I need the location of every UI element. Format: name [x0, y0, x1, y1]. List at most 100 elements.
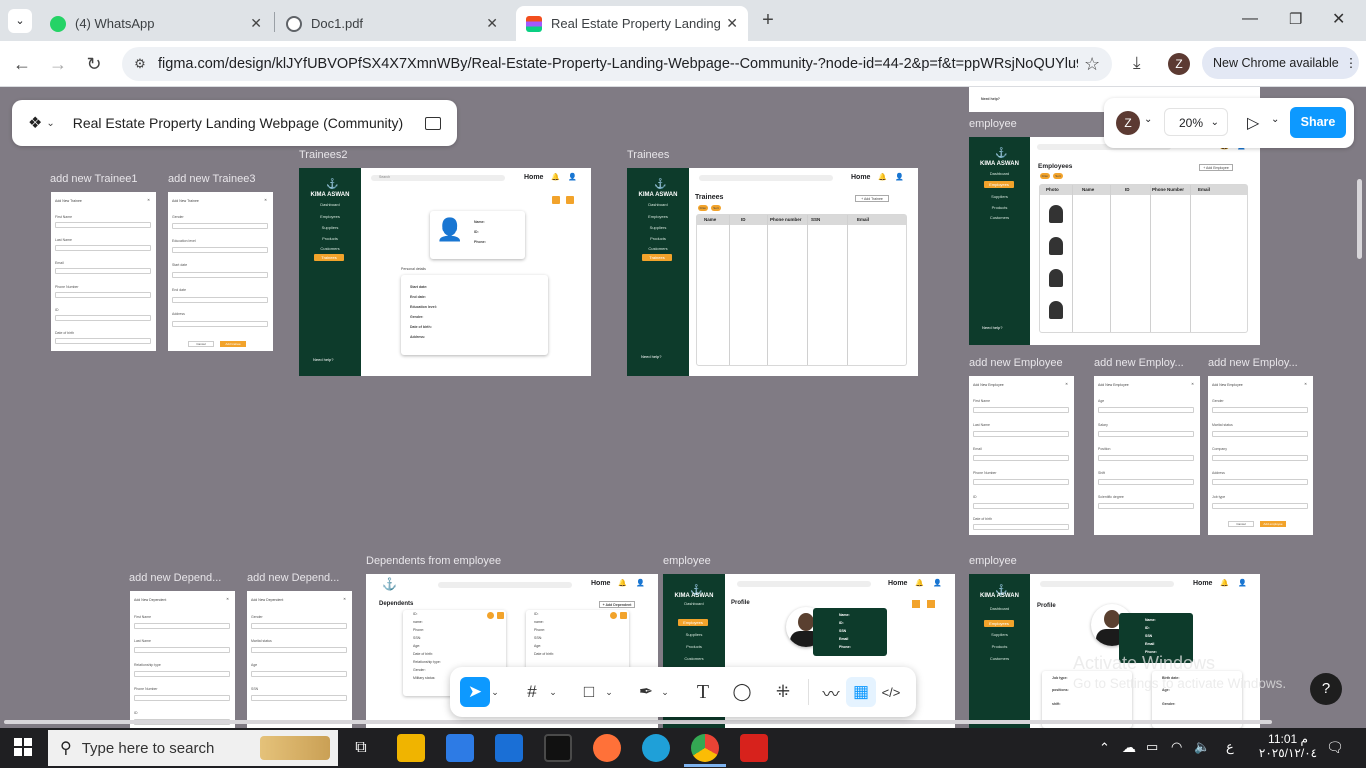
cloud-icon[interactable]: ☁ [1122, 739, 1136, 756]
help-button[interactable]: ? [1310, 673, 1342, 705]
new-tab-button[interactable]: + [758, 10, 778, 30]
sidebar-toggle-icon[interactable] [425, 116, 441, 130]
tab-figma[interactable]: Real Estate Property Landing W ✕ [516, 6, 748, 41]
frame-label[interactable]: employee [969, 118, 1017, 130]
frame-add-employee-2[interactable]: Add New Employee ✕ Age Salary Position S… [1094, 376, 1200, 535]
design-mode-icon[interactable]: ▦ [846, 677, 876, 707]
card-row: Phone: [413, 628, 425, 632]
frame-add-employee-1[interactable]: Add New Employee ✕ First Name Last Name … [969, 376, 1074, 535]
chevron-down-icon[interactable]: ⌄ [658, 677, 672, 707]
frame-label[interactable]: add new Employ... [1208, 357, 1298, 369]
address-bar[interactable]: ⚙ figma.com/design/klJYfUBVOPfSX4X7XmnWB… [122, 47, 1112, 81]
chevron-down-icon[interactable]: ⌄ [46, 118, 54, 129]
page-title: Profile [731, 600, 750, 606]
task-view-icon[interactable]: ⧉ [347, 734, 375, 762]
wifi-icon[interactable]: ◠ [1171, 739, 1182, 755]
frame-label[interactable]: add new Depend... [247, 572, 339, 584]
frame-tool-icon[interactable]: # [517, 677, 547, 707]
frame-label[interactable]: Trainees [627, 149, 669, 161]
tab-whatsapp[interactable]: (4) WhatsApp ✕ [40, 6, 272, 41]
share-button[interactable]: Share [1290, 107, 1346, 138]
rectangle-tool-icon[interactable]: □ [574, 677, 604, 707]
field-select [172, 247, 268, 253]
chrome-update-button[interactable]: New Chrome available ⋮ [1202, 47, 1359, 79]
battery-icon[interactable]: ▭ [1146, 739, 1158, 755]
frame-employee-profile-2[interactable]: ⚓ KIMA ASWAN Dashboard Employees Supplie… [969, 574, 1260, 728]
pen-tool-icon[interactable]: ✒ [631, 677, 661, 707]
minimize-icon[interactable]: — [1242, 10, 1258, 28]
windows-start-icon[interactable] [14, 738, 32, 756]
frame-trainees2[interactable]: ⚓ KIMA ASWAN Dashboard Employees Supplie… [299, 168, 591, 376]
frame-label[interactable]: add new Employ... [1094, 357, 1184, 369]
store-icon[interactable] [446, 734, 474, 762]
tab-doc1[interactable]: Doc1.pdf ✕ [276, 6, 508, 41]
frame-label[interactable]: add new Trainee1 [50, 173, 137, 185]
frame-label[interactable]: add new Employee [969, 357, 1063, 369]
chrome-icon[interactable] [691, 734, 719, 762]
frame-add-dependent-1[interactable]: Add New Dependent ✕ First Name Last Name… [130, 591, 235, 728]
language-indicator[interactable]: ع [1226, 739, 1234, 755]
vertical-scrollbar[interactable] [1357, 179, 1362, 259]
profile-avatar[interactable]: Z [1168, 53, 1190, 75]
frame-label[interactable]: employee [969, 555, 1017, 567]
text-tool-icon[interactable]: T [688, 677, 718, 707]
back-icon[interactable]: ← [11, 53, 33, 75]
tab-label: (4) WhatsApp [75, 16, 155, 31]
frame-add-trainee-3[interactable]: Add New Trainee ✕ Gender Education level… [168, 192, 273, 351]
figma-menu-icon[interactable]: ❖ [28, 113, 42, 133]
job-field: Job type: [1052, 676, 1068, 680]
file-title[interactable]: Real Estate Property Landing Webpage (Co… [73, 115, 403, 131]
chevron-down-icon[interactable]: ⌄ [602, 677, 616, 707]
frame-label[interactable]: employee [663, 555, 711, 567]
clock[interactable]: م 11:01 ٢٠٢٥/١٢/٠٤ [1258, 732, 1318, 760]
notification-icon[interactable]: 🗨 [1326, 739, 1344, 756]
frame-label[interactable]: Trainees2 [299, 149, 348, 161]
edge-icon[interactable] [642, 734, 670, 762]
actions-tool-icon[interactable]: ⁜ [768, 677, 798, 707]
column-header: Email [1198, 187, 1211, 192]
present-play-icon[interactable]: ▷ [1247, 113, 1259, 133]
frame-employee-list[interactable]: ⚓ KIMA ASWAN Dashboard Employees Supplie… [969, 137, 1260, 345]
chevron-down-icon[interactable]: ⌄ [1271, 114, 1279, 125]
frame-trainees[interactable]: ⚓ KIMA ASWAN Dashboard Employees Supplie… [627, 168, 918, 376]
user-avatar[interactable]: Z [1116, 111, 1140, 135]
restore-icon[interactable]: ❐ [1289, 10, 1302, 28]
firefox-icon[interactable] [593, 734, 621, 762]
close-icon[interactable]: ✕ [486, 15, 498, 32]
frame-label[interactable]: add new Trainee3 [168, 173, 255, 185]
move-tool-icon[interactable]: ➤ [460, 677, 490, 707]
chevron-down-icon[interactable]: ⌄ [488, 677, 502, 707]
download-icon[interactable]: ⤓ [1133, 53, 1141, 73]
app-icon[interactable] [544, 734, 572, 762]
close-icon[interactable]: ✕ [726, 15, 738, 32]
frame-add-trainee-1[interactable]: Add New Trainee ✕ First Name Last Name E… [51, 192, 156, 351]
dev-mode-icon[interactable]: </> [876, 677, 906, 707]
figma-canvas[interactable]: add new Trainee1 Add New Trainee ✕ First… [0, 87, 1366, 728]
chevron-up-icon[interactable]: ⌃ [1099, 740, 1110, 756]
zoom-dropdown[interactable]: 20% ⌄ [1164, 108, 1228, 136]
tab-search-button[interactable]: ⌄ [8, 9, 32, 33]
close-icon[interactable]: ✕ [250, 15, 262, 32]
frame-label[interactable]: add new Depend... [129, 572, 221, 584]
comment-tool-icon[interactable]: ◯ [727, 677, 757, 707]
employee-photo [1049, 205, 1063, 223]
close-window-icon[interactable]: ✕ [1332, 9, 1345, 29]
frame-add-dependent-2[interactable]: Add New Dependent ✕ Gender Marital statu… [247, 591, 352, 728]
field-label: Marital status [1212, 423, 1233, 427]
reload-icon[interactable]: ↻ [83, 53, 105, 75]
sort-chip: Sort [711, 205, 721, 211]
file-explorer-icon[interactable] [397, 734, 425, 762]
taskbar-search[interactable]: ⚲ Type here to search [48, 730, 338, 766]
frame-add-employee-3[interactable]: Add New Employee ✕ Gender Marital status… [1208, 376, 1313, 535]
mail-icon[interactable] [495, 734, 523, 762]
forward-icon[interactable]: → [47, 53, 69, 75]
draw-tool-icon[interactable]: 〰 [816, 677, 846, 707]
acrobat-icon[interactable] [740, 734, 768, 762]
volume-icon[interactable]: 🔈 [1194, 739, 1210, 755]
horizontal-scrollbar[interactable] [4, 720, 1272, 724]
chevron-down-icon[interactable]: ⌄ [546, 677, 560, 707]
bookmark-star-icon[interactable]: ☆ [1084, 54, 1100, 75]
frame-label[interactable]: Dependents from employee [366, 555, 501, 567]
site-settings-icon[interactable]: ⚙ [122, 56, 158, 72]
chevron-down-icon[interactable]: ⌄ [1144, 114, 1152, 125]
